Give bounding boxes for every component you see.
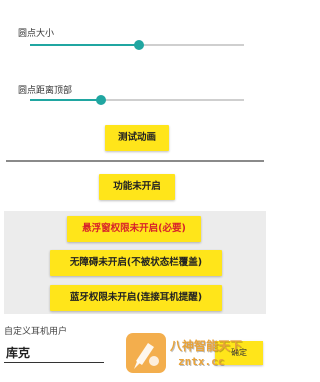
watermark-url: zntx.cc: [178, 355, 225, 368]
custom-headset-user-label: 自定义耳机用户: [4, 327, 68, 337]
permissions-panel: 悬浮窗权限未开启(必要) 无障碍未开启(不被状态栏覆盖) 蓝牙权限未开启(连接耳…: [4, 211, 266, 314]
section-divider: [6, 160, 264, 162]
watermark: 八神智能天下 zntx.cc: [124, 331, 266, 379]
slider-thumb[interactable]: [134, 40, 145, 50]
bluetooth-permission-button[interactable]: 蓝牙权限未开启(连接耳机提醒): [50, 285, 222, 311]
slider-fill: [30, 99, 101, 101]
function-status-button[interactable]: 功能未开启: [99, 174, 175, 200]
slider-thumb[interactable]: [95, 95, 106, 105]
watermark-logo-icon: [126, 333, 166, 373]
dot-size-label: 圆点大小: [18, 29, 55, 39]
test-animation-button[interactable]: 测试动画: [105, 125, 169, 151]
dot-size-slider[interactable]: [30, 39, 244, 51]
accessibility-button[interactable]: 无障碍未开启(不被状态栏覆盖): [50, 250, 222, 276]
overlay-permission-button[interactable]: 悬浮窗权限未开启(必要): [67, 216, 201, 242]
custom-headset-user-input[interactable]: [4, 342, 104, 363]
app-root: 圆点大小 圆点距离顶部 测试动画 功能未开启 悬浮窗权限未开启(必要) 无障碍未…: [0, 0, 266, 382]
watermark-name: 八神智能天下: [170, 339, 243, 353]
dot-top-distance-slider[interactable]: [30, 94, 244, 106]
slider-fill: [30, 44, 140, 46]
